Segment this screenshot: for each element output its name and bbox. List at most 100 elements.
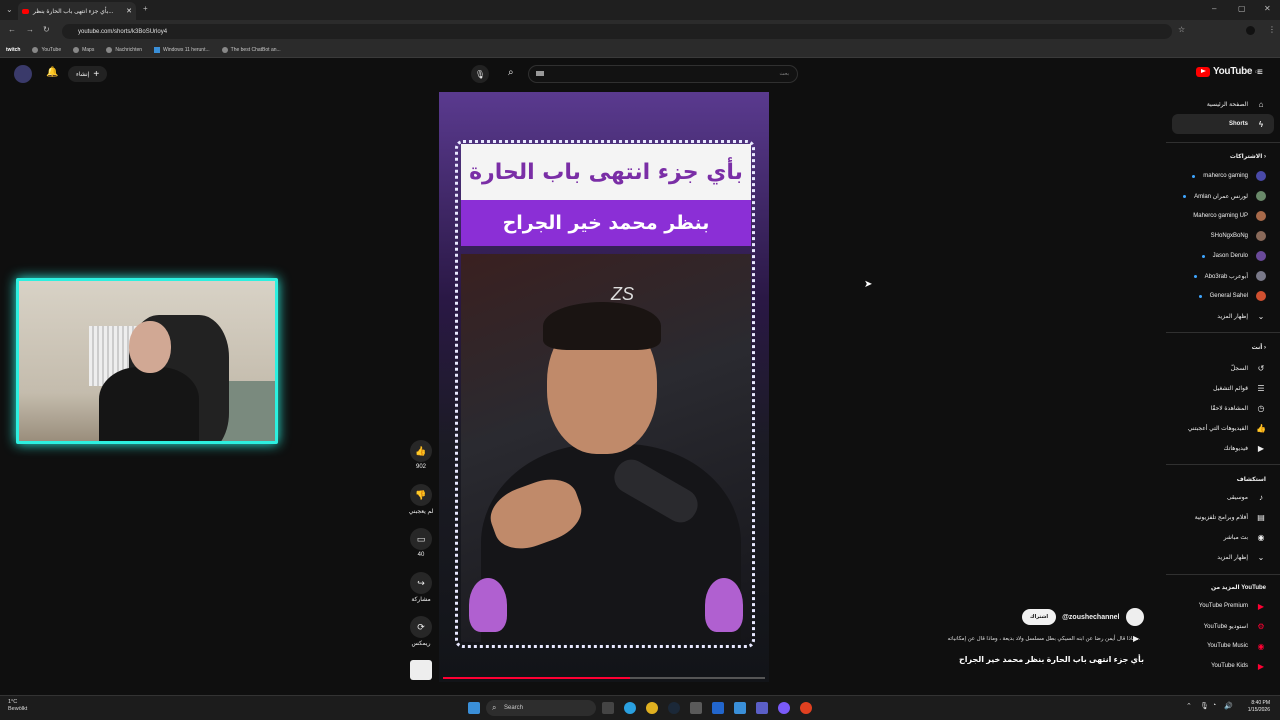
sidebar-show-more-subscriptions[interactable]: إظهار المزيد ⌄ — [1170, 307, 1266, 325]
discord-icon[interactable] — [778, 702, 790, 714]
create-button[interactable]: إنشاء + — [68, 66, 108, 82]
bookmark-youtube[interactable]: YouTube — [32, 46, 61, 53]
sidebar-item-history[interactable]: السجلّ ↺ — [1170, 359, 1266, 377]
thumbs-up-icon[interactable]: 👍 — [410, 440, 432, 462]
app-icon[interactable] — [734, 702, 746, 714]
chatbot-icon — [221, 46, 228, 53]
profile-avatar[interactable] — [1246, 26, 1255, 35]
video-progress-bar[interactable] — [443, 677, 765, 679]
channel-avatar[interactable] — [1125, 608, 1144, 626]
close-tab-icon[interactable]: ✕ — [126, 7, 132, 15]
sidebar-sub-amlan[interactable]: Amlan لورنس عمران — [1170, 187, 1266, 205]
new-content-dot — [1192, 174, 1196, 178]
tray-chevron-icon[interactable]: ⌃ — [1186, 702, 1192, 710]
task-view-icon[interactable] — [602, 702, 614, 714]
sidebar-item-youtube-music[interactable]: YouTube Music ◉ — [1170, 637, 1266, 655]
app-icon[interactable] — [690, 702, 702, 714]
bookmark-maps[interactable]: Maps — [73, 46, 94, 53]
sidebar-sub-abo3rab[interactable]: Abo3rab أبوعرب — [1170, 267, 1266, 285]
subscriptions-heading[interactable]: الاشتراكات › — [1230, 153, 1266, 160]
sidebar-item-your-videos[interactable]: فيديوهاتك ▶ — [1170, 439, 1266, 457]
voice-search-icon[interactable]: 🎙 — [471, 65, 489, 83]
sidebar-item-liked-videos[interactable]: الفيديوهات التي أعجبتني 👍 — [1170, 419, 1266, 437]
thumbs-down-icon[interactable]: 👎 — [410, 484, 432, 506]
sidebar-item-watch-later[interactable]: المشاهدة لاحقًا ◷ — [1170, 399, 1266, 417]
wifi-icon[interactable]: ◔ — [1212, 702, 1216, 709]
minimize-icon[interactable]: – — [1212, 4, 1216, 13]
remix-icon[interactable]: ⟳ — [410, 616, 432, 638]
explore-heading: استكشاف — [1236, 477, 1266, 483]
overlay-title-line-2: بنظر محمد خير الجراح — [461, 200, 751, 246]
new-tab-icon[interactable]: + — [143, 4, 148, 13]
keyboard-icon[interactable] — [536, 71, 544, 76]
browser-tab[interactable]: بأي جزء انتهى باب الحارة بنظر... ✕ — [18, 2, 136, 20]
subscribe-button[interactable]: اشتراك — [1022, 609, 1057, 625]
search-input[interactable]: بحث — [528, 65, 798, 83]
menu-icon[interactable]: ⋮ — [1268, 25, 1276, 34]
back-icon[interactable]: ← — [8, 25, 16, 34]
app-icon[interactable] — [800, 702, 812, 714]
search-icon[interactable]: ⌕ — [508, 67, 514, 78]
weather-widget[interactable]: 1°C Bewölkt — [8, 699, 27, 713]
reload-icon[interactable]: ↻ — [43, 25, 50, 34]
volume-icon[interactable]: 🔊 — [1224, 702, 1233, 710]
you-heading[interactable]: أنت › — [1252, 344, 1266, 351]
time: 8:40 PM — [1251, 700, 1270, 706]
hamburger-menu-icon[interactable]: ≡ — [1257, 67, 1263, 78]
chrome-icon[interactable] — [646, 702, 658, 714]
remix-label: ريمكس — [411, 641, 431, 647]
taskbar-search[interactable]: ⌕ Search — [486, 700, 596, 716]
dislike-action[interactable]: 👎 لم يعجبني — [404, 484, 438, 515]
shorts-video-player[interactable]: بأي جزء انتهى باب الحارة بنظر محمد خير ا… — [439, 92, 769, 682]
bookmark-windows[interactable]: Windows 11 herunt... — [154, 46, 210, 53]
sidebar-item-youtube-kids[interactable]: YouTube Kids ▶ — [1170, 657, 1266, 675]
forward-icon[interactable]: → — [26, 25, 34, 34]
chevron-down-icon: ⌄ — [1257, 311, 1265, 321]
microphone-icon[interactable]: 🎙 — [1200, 702, 1209, 710]
sidebar-item-live[interactable]: بث مباشر ◉ — [1170, 528, 1266, 546]
sidebar-sub-maherco-gaming-up[interactable]: Maherco gaming UP — [1170, 207, 1266, 225]
tab-list-icon[interactable]: ⌄ — [6, 5, 13, 14]
comment-icon[interactable]: ▭ — [410, 528, 432, 550]
maximize-icon[interactable]: ▢ — [1238, 4, 1246, 13]
youtube-studio-icon: ⚙ — [1257, 621, 1265, 631]
sidebar-item-home[interactable]: الصفحة الرئيسية ⌂ — [1170, 95, 1266, 113]
share-icon[interactable]: ↪ — [410, 572, 432, 594]
youtube-logo[interactable]: YouTube DE — [1196, 66, 1260, 77]
sidebar-sub-maherco-gaming[interactable]: maherco gaming — [1170, 167, 1266, 185]
store-icon[interactable] — [712, 702, 724, 714]
sidebar-item-youtube-studio[interactable]: YouTube استوديو ⚙ — [1170, 617, 1266, 635]
windows-start-icon[interactable] — [468, 702, 480, 714]
remix-action[interactable]: ⟳ ريمكس — [404, 616, 438, 647]
edge-icon[interactable] — [624, 702, 636, 714]
system-clock[interactable]: 8:40 PM 1/15/2026 — [1238, 700, 1270, 714]
steam-icon[interactable] — [668, 702, 680, 714]
channel-handle[interactable]: @zoushechannel — [1062, 614, 1119, 621]
channel-avatar — [1256, 191, 1266, 201]
channel-avatar — [1256, 231, 1266, 241]
address-bar[interactable]: youtube.com/shorts/k3BoSUrloy4 — [62, 24, 1172, 39]
close-window-icon[interactable]: ✕ — [1264, 4, 1271, 13]
teams-icon[interactable] — [756, 702, 768, 714]
sound-thumbnail[interactable] — [410, 660, 432, 680]
sidebar-item-playlists[interactable]: قوائم التشغيل ☰ — [1170, 379, 1266, 397]
sidebar-item-movies-tv[interactable]: أفلام وبرامج تلفزيونية ▤ — [1170, 508, 1266, 526]
sidebar-sub-general-sahel[interactable]: General Sahel — [1170, 287, 1266, 305]
like-action[interactable]: 👍 902 — [404, 440, 438, 470]
sidebar-sub-shongxbong[interactable]: SHoNgxBoNg — [1170, 227, 1266, 245]
video-description[interactable]: ماذا قال أيمن رضا عن ابنه السيكي بطل مسل… — [948, 636, 1140, 642]
sidebar-sub-jason-derulo[interactable]: Jason Derulo — [1170, 247, 1266, 265]
sidebar-item-music[interactable]: موسيقى ♪ — [1170, 488, 1266, 506]
sidebar-item-shorts[interactable]: Shorts ϟ — [1170, 115, 1266, 133]
comments-action[interactable]: ▭ 40 — [404, 528, 438, 558]
bookmark-chatbot[interactable]: The best ChatBot an... — [221, 46, 281, 53]
share-action[interactable]: ↪ مشاركة — [404, 572, 438, 603]
sidebar-show-more-explore[interactable]: إظهار المزيد ⌄ — [1170, 548, 1266, 566]
more-from-youtube-heading: المزيد من YouTube — [1210, 585, 1266, 591]
bookmark-star-icon[interactable]: ☆ — [1178, 25, 1185, 34]
bookmark-twitch[interactable]: twitch — [6, 47, 20, 53]
bookmark-nachrichten[interactable]: Nachrichten — [106, 46, 142, 53]
sidebar-item-youtube-premium[interactable]: YouTube Premium ▶ — [1170, 597, 1266, 615]
account-avatar[interactable] — [14, 65, 32, 83]
notifications-bell-icon[interactable]: 🔔 — [46, 67, 58, 78]
